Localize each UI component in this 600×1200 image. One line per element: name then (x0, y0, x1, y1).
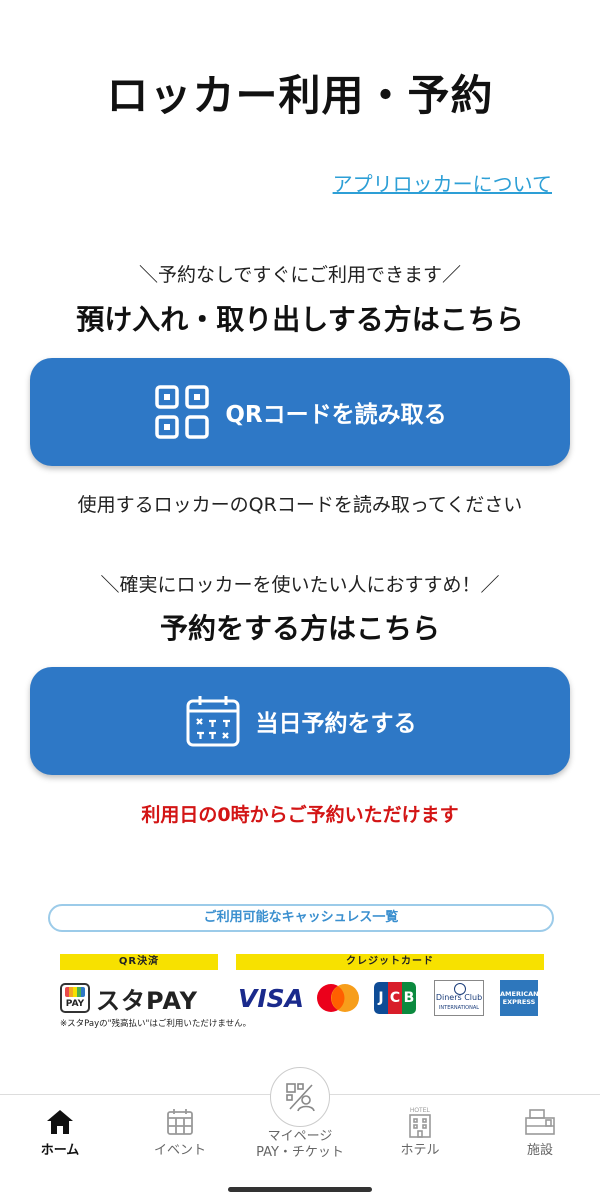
qr-payment-label: QR決済 (60, 954, 218, 970)
visa-logo: VISA (238, 984, 305, 1013)
credit-card-label: クレジットカード (236, 954, 544, 970)
checkin-caption: 使用するロッカーのQRコードを読み取ってください (77, 494, 523, 516)
cashless-list-header: ご利用可能なキャッシュレス一覧 (48, 904, 554, 932)
tab-hotel-label: ホテル (400, 1143, 440, 1158)
same-day-reserve-button-label: 当日予約をする (255, 711, 417, 737)
amex-logo: AMERICAN EXPRESS (500, 980, 539, 1016)
tab-event-label: イベント (153, 1143, 206, 1158)
page-title: ロッカー利用・予約 (106, 71, 494, 120)
home-indicator (228, 1187, 372, 1192)
checkin-subtitle: ＼予約なしですぐにご利用できます／ (138, 264, 462, 286)
tab-home[interactable]: ホーム (10, 1105, 110, 1158)
stapay-name: スタPAY (96, 986, 199, 1015)
hotel-icon: HOTEL (370, 1105, 470, 1139)
home-icon (10, 1105, 110, 1139)
tab-facility[interactable]: 施設 (490, 1105, 590, 1158)
qr-code-icon (153, 383, 211, 441)
bottom-tab-bar: ホーム イベント マイページ PAY・チケット HOTEL ホテル 施設 (0, 1067, 600, 1200)
reserve-caption: 利用日の0時からご予約いただけます (141, 804, 459, 826)
mastercard-logo (314, 982, 362, 1014)
calendar-icon (184, 692, 242, 750)
same-day-reserve-button[interactable]: 当日予約をする (30, 667, 570, 775)
reserve-heading: 予約をする方はこちら (159, 612, 440, 645)
svg-text:HOTEL: HOTEL (410, 1108, 431, 1114)
stapay-icon: PAY (60, 983, 90, 1013)
scan-qr-button-label: QRコードを読み取る (225, 402, 447, 428)
stapay-note: ※スタPayの"残高払い"はご利用いただけません。 (60, 1019, 252, 1029)
event-calendar-icon (130, 1105, 230, 1139)
about-app-locker-link[interactable]: アプリロッカーについて (333, 168, 552, 197)
tab-mypage-label: マイページ PAY・チケット (256, 1129, 344, 1160)
facility-icon (490, 1105, 590, 1139)
diners-club-logo: Diners Club INTERNATIONAL (434, 980, 484, 1016)
tab-event[interactable]: イベント (130, 1105, 230, 1158)
checkin-heading: 預け入れ・取り出しする方はこちら (76, 303, 524, 336)
stapay-logo: PAY スタPAY (60, 980, 210, 1016)
tab-home-label: ホーム (40, 1143, 80, 1158)
jcb-logo: J C B (374, 982, 416, 1014)
mypage-qr-user-icon (270, 1067, 330, 1127)
reserve-subtitle: ＼確実にロッカーを使いたい人におすすめ！／ (100, 574, 500, 596)
tab-facility-label: 施設 (526, 1143, 553, 1158)
tab-hotel[interactable]: HOTEL ホテル (370, 1105, 470, 1158)
scan-qr-button[interactable]: QRコードを読み取る (30, 358, 570, 466)
